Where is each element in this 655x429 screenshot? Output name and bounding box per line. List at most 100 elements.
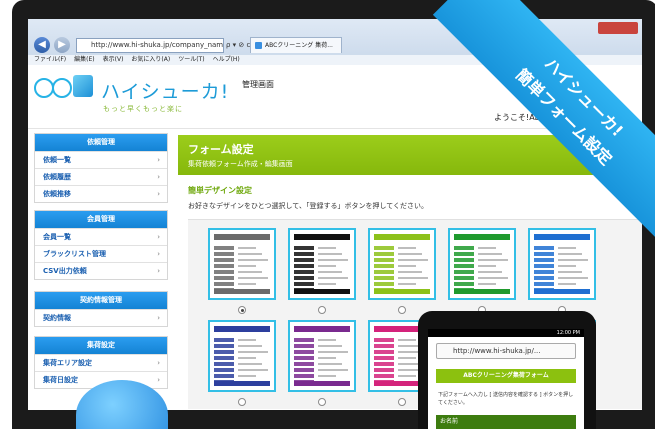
sidebar-item-blacklist[interactable]: ブラックリスト管理 (35, 245, 167, 262)
design-row-swatch (214, 264, 234, 268)
design-field-line (318, 277, 348, 279)
sidebar-item-contract-info[interactable]: 契約情報 (35, 309, 167, 326)
design-row-swatch (374, 270, 394, 274)
design-field-line (318, 339, 336, 341)
design-row-swatch (214, 258, 234, 262)
design-row-swatch (374, 276, 394, 280)
design-field-line (318, 363, 342, 365)
design-row-swatch (374, 264, 394, 268)
sidebar-item-csv-export[interactable]: CSV出力依頼 (35, 262, 167, 279)
design-row-swatch (294, 362, 314, 366)
design-field-line (238, 375, 256, 377)
design-row-swatch (214, 350, 234, 354)
design-row-swatch (374, 362, 394, 366)
design-row-swatch (294, 338, 314, 342)
design-option-tile[interactable] (288, 320, 356, 392)
design-row-swatch (294, 368, 314, 372)
design-header-swatch (294, 326, 350, 332)
design-footer-swatch (534, 289, 590, 294)
design-row-swatch (294, 264, 314, 268)
design-footer-swatch (294, 289, 350, 294)
address-bar[interactable]: http://www.hi-shuka.jp/company_name/ (76, 38, 224, 53)
design-row-swatch (534, 270, 554, 274)
design-field-line (558, 271, 582, 273)
browser-tab[interactable]: ABCクリーニング 集荷... (250, 37, 342, 53)
design-row-swatch (454, 270, 474, 274)
sidebar-item-member-list[interactable]: 会員一覧 (35, 228, 167, 245)
page-subtitle: 集荷依頼フォーム作成・編集画面 (188, 160, 293, 168)
design-field-line (558, 259, 588, 261)
design-option-tile[interactable] (448, 228, 516, 300)
design-row-swatch (294, 282, 314, 286)
design-field-line (238, 265, 256, 267)
design-row-swatch (214, 362, 234, 366)
design-field-line (318, 247, 336, 249)
design-field-line (318, 345, 342, 347)
design-row-swatch (374, 258, 394, 262)
logo-text[interactable]: ハイシューカ! (101, 77, 229, 104)
sidebar-contract-management: 契約情報管理 契約情報 (34, 291, 168, 327)
design-row-swatch (374, 344, 394, 348)
design-row-swatch (294, 374, 314, 378)
design-row-swatch (214, 276, 234, 280)
design-field-line (398, 375, 416, 377)
design-row-swatch (374, 338, 394, 342)
design-preview (214, 326, 270, 386)
design-footer-swatch (454, 289, 510, 294)
design-row-swatch (534, 252, 554, 256)
menu-edit[interactable]: 編集(E) (74, 55, 94, 65)
design-row-swatch (374, 282, 394, 286)
design-option-tile[interactable] (288, 228, 356, 300)
design-radio-button[interactable] (238, 306, 246, 314)
menu-help[interactable]: ヘルプ(H) (213, 55, 240, 65)
design-field-line (318, 259, 348, 261)
design-option-tile[interactable] (208, 320, 276, 392)
phone-form-instructions: 下記フォームへ入力し [ 送信内容を確認する ] ボタンを押してください。 (438, 392, 574, 406)
design-row-swatch (294, 246, 314, 250)
design-radio-button[interactable] (238, 398, 246, 406)
design-radio-button[interactable] (318, 398, 326, 406)
sidebar-item-pickup-area[interactable]: 集荷エリア設定 (35, 354, 167, 371)
menu-tools[interactable]: ツール(T) (178, 55, 204, 65)
design-field-line (558, 277, 588, 279)
design-option-tile[interactable] (208, 228, 276, 300)
design-header-swatch (214, 326, 270, 332)
browser-chrome: ◀ ▶ http://www.hi-shuka.jp/company_name/… (28, 19, 642, 65)
design-radio-button[interactable] (398, 306, 406, 314)
sidebar-item-request-trend[interactable]: 依頼推移 (35, 185, 167, 202)
app-header: ハイシューカ! もっと早くもっと楽に 管理画面 ようこそ!ABC (28, 65, 642, 129)
phone-name-field-label: お名前 (436, 415, 576, 429)
design-row-swatch (214, 246, 234, 250)
window-close-icon[interactable] (598, 22, 638, 34)
design-row-swatch (214, 252, 234, 256)
design-preview (374, 234, 430, 294)
design-row-swatch (294, 258, 314, 262)
design-preview (294, 326, 350, 386)
forward-arrow-icon[interactable]: ▶ (54, 37, 70, 53)
phone-address-bar[interactable]: http://www.hi-shuka.jp/... (436, 343, 576, 359)
sidebar-item-request-list[interactable]: 依頼一覧 (35, 151, 167, 168)
design-footer-swatch (294, 381, 350, 386)
sidebar-heading: 契約情報管理 (35, 292, 167, 309)
design-field-line (318, 283, 336, 285)
design-radio-button[interactable] (318, 306, 326, 314)
design-field-line (238, 345, 262, 347)
menu-file[interactable]: ファイル(F) (34, 55, 66, 65)
design-field-line (478, 253, 502, 255)
menu-view[interactable]: 表示(V) (103, 55, 124, 65)
design-field-line (398, 259, 428, 261)
design-row-swatch (294, 276, 314, 280)
design-row-swatch (454, 282, 474, 286)
welcome-message: ようこそ!ABC (494, 113, 546, 122)
design-row-swatch (214, 344, 234, 348)
menu-favorites[interactable]: お気に入り(A) (131, 55, 170, 65)
sidebar-item-request-history[interactable]: 依頼履歴 (35, 168, 167, 185)
design-radio-button[interactable] (398, 398, 406, 406)
design-option-tile[interactable] (368, 228, 436, 300)
design-option-tile[interactable] (528, 228, 596, 300)
design-field-line (398, 253, 422, 255)
design-field-line (398, 247, 416, 249)
design-field-line (238, 351, 268, 353)
back-arrow-icon[interactable]: ◀ (34, 37, 50, 53)
admin-title: 管理画面 (242, 80, 274, 89)
